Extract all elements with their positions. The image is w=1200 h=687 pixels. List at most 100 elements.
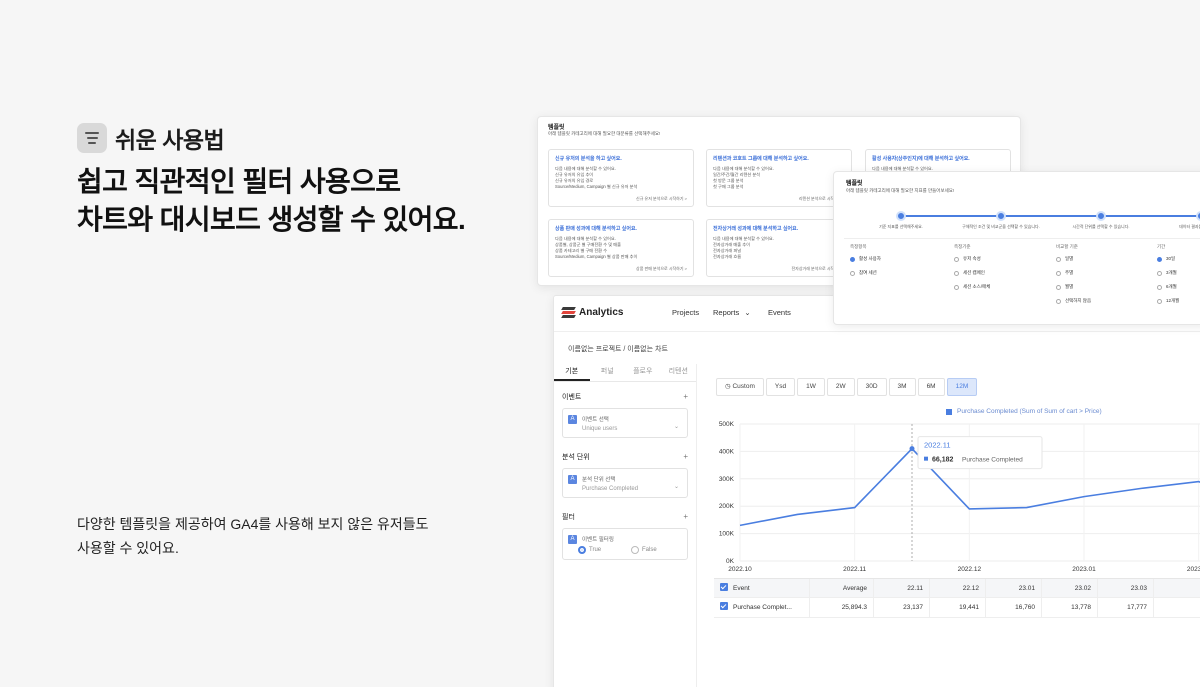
template-card-title: 활성 사용자(상주인지)에 대해 분석하고 싶어요. [872, 156, 970, 162]
radio-icon [1157, 298, 1162, 304]
add-filter-icon[interactable]: + [683, 512, 688, 521]
divider [844, 238, 1200, 239]
x-tick-label: 2022.10 [728, 566, 752, 573]
nav-events[interactable]: Events [768, 308, 791, 317]
radio-icon [1056, 298, 1061, 304]
wizard-step-text: 구체적인 조건 및 비교군을 선택할 수 있습니다. [962, 224, 1040, 229]
header-label: Event [733, 585, 750, 592]
unit-select-value: Purchase Completed [582, 486, 639, 492]
range-button-30d[interactable]: 30D [856, 378, 887, 396]
date-range-buttons: ◷ Custom Ysd 1W 2W 30D 3M 6M 12M [716, 378, 978, 396]
radio-icon [954, 284, 959, 290]
wizard-option-label: 선택하지 않음 [1065, 298, 1092, 303]
analytics-window: Analytics Projects Reports ⌄ Events 이름없는… [553, 295, 1200, 687]
table-row: Purchase Complet... 25,894.3 23,137 19,441 1… [714, 598, 1200, 618]
wizard-option-label: 참여 세션 [859, 270, 877, 275]
template-card-line: Source/Medium, Campaign 별 신규 유저 분석 [555, 184, 638, 189]
radio-icon [850, 270, 855, 276]
add-event-icon[interactable]: + [683, 392, 688, 401]
chart-legend[interactable]: Purchase Completed (Sum of Sum of cart >… [946, 408, 1102, 415]
template-card[interactable]: 리텐션과 코호트 그룹에 대해 분석하고 싶어요. 다음 내용에 대해 분석할 수… [706, 149, 852, 207]
tooltip-label: Purchase Completed [962, 457, 1023, 464]
wizard-column: 측정항목 활성 사용자 참여 세션 [850, 244, 881, 284]
table-header-cell: 22.12 [930, 579, 986, 597]
range-button-1w[interactable]: 1W [797, 378, 825, 396]
chart-area: ◷ Custom Ysd 1W 2W 30D 3M 6M 12M Purchase Compl… [698, 364, 1200, 687]
data-table: Event Average 22.11 22.12 23.01 23.02 23.03 Pu… [714, 578, 1200, 618]
wizard-option[interactable]: 월별 [1056, 284, 1091, 290]
template-card-title: 전자상거래 성과에 대해 분석하고 싶어요. [713, 226, 799, 232]
wizard-progress-line [901, 215, 1200, 217]
wizard-option[interactable]: 30일 [1157, 256, 1179, 262]
wizard-step-text: 데이터 결과를 확인하세요. [1179, 224, 1200, 229]
unit-section: 분석 단위 + [562, 452, 688, 462]
query-sidebar: 기본 퍼널 플로우 리텐션 이벤트 + A 이벤트 선택 Unique user… [554, 364, 697, 687]
range-button-12m[interactable]: 12M [946, 378, 978, 396]
tab-funnel[interactable]: 퍼널 [590, 364, 626, 381]
unit-select-label: 분석 단위 선택 [582, 477, 616, 483]
event-section: 이벤트 + [562, 392, 688, 402]
template-wizard: 템플릿 아래 템플릿 카테고리에 대해 필요한 지표를 만들어보세요! 기준 지… [833, 171, 1200, 325]
template-card[interactable]: 신규 유저의 분석을 하고 싶어요. 다음 내용에 대해 분석할 수 있어요. 신규… [548, 149, 694, 207]
wizard-option[interactable]: 세션 소스/매체 [954, 284, 990, 290]
wizard-option-label: 3개월 [1166, 270, 1177, 275]
range-button-ysd[interactable]: Ysd [765, 378, 796, 396]
wizard-option-label: 일별 [1065, 256, 1074, 261]
wizard-option[interactable]: 선택하지 않음 [1056, 298, 1091, 304]
unit-select[interactable]: A 분석 단위 선택 Purchase Completed ⌄ [562, 468, 688, 498]
wizard-option[interactable]: 3개월 [1157, 270, 1179, 276]
range-button-6m[interactable]: 6M [917, 378, 945, 396]
wizard-option-label: 주별 [1065, 270, 1074, 275]
nav-projects[interactable]: Projects [672, 308, 699, 317]
range-button-custom[interactable]: ◷ Custom [716, 378, 764, 396]
table-cell: 13,778 [1042, 598, 1098, 617]
wizard-column-header: 비교할 기준 [1056, 244, 1078, 249]
tab-flow[interactable]: 플로우 [625, 364, 661, 381]
wizard-option[interactable]: 세션 캠페인 [954, 270, 990, 276]
checkbox-checked-icon[interactable] [720, 583, 728, 592]
event-select-label: 이벤트 선택 [582, 417, 609, 423]
template-card[interactable]: 상품 판매 성과에 대해 분석하고 싶어요. 다음 내용에 대해 분석할 수 있어… [548, 219, 694, 277]
wizard-option[interactable]: 주별 [1056, 270, 1091, 276]
checkbox-checked-icon[interactable] [720, 602, 728, 611]
table-header-cell: Average [810, 579, 874, 597]
wizard-step-text: 시간적 단위를 선택할 수 있습니다. [1072, 224, 1130, 229]
filter-type-icon: A [568, 535, 577, 544]
data-point [909, 446, 915, 452]
radio-selected-icon [578, 546, 586, 554]
tooltip-title: 2022.11 [924, 441, 951, 450]
x-tick-label: 2022.11 [843, 566, 866, 573]
add-unit-icon[interactable]: + [683, 452, 688, 461]
event-select[interactable]: A 이벤트 선택 Unique users ⌄ [562, 408, 688, 438]
wizard-column: 측정기준 유저 속성 세션 캠페인 세션 소스/매체 [954, 244, 990, 298]
filter-true-radio[interactable]: True [578, 546, 601, 554]
table-header-cell: Event [714, 579, 810, 597]
wizard-option[interactable]: 유저 속성 [954, 256, 990, 262]
nav-reports[interactable]: Reports ⌄ [713, 308, 751, 317]
tab-basic[interactable]: 기본 [554, 364, 590, 381]
logo-mark-icon [561, 306, 576, 319]
wizard-option-label: 월별 [1065, 284, 1074, 289]
wizard-option[interactable]: 일별 [1056, 256, 1091, 262]
wizard-option[interactable]: 6개월 [1157, 284, 1179, 290]
radio-icon [1056, 270, 1061, 276]
template-card-link[interactable]: 상품 판매 분석으로 시작하기 > [636, 266, 687, 272]
template-card-link[interactable]: 신규 유저 분석으로 시작하기 > [636, 196, 687, 202]
wizard-option[interactable]: 12개월 [1157, 298, 1179, 304]
radio-icon [850, 256, 855, 262]
wizard-column: 비교할 기준일별주별월별선택하지 않음 [1056, 244, 1091, 312]
legend-label: Purchase Completed (Sum of Sum of cart >… [957, 408, 1102, 415]
wizard-option[interactable]: 활성 사용자 [850, 256, 881, 262]
filter-section: 필터 + [562, 512, 688, 522]
filter-false-radio[interactable]: False [631, 546, 657, 554]
tab-retention[interactable]: 리텐션 [661, 364, 697, 381]
y-tick-label: 0K [726, 558, 735, 565]
unit-type-icon: A [568, 475, 577, 484]
template-card[interactable]: 전자상거래 성과에 대해 분석하고 싶어요. 다음 내용에 대해 분석할 수 있어… [706, 219, 852, 277]
range-button-3m[interactable]: 3M [888, 378, 916, 396]
app-logo[interactable]: Analytics [561, 306, 623, 319]
wizard-option[interactable]: 참여 세션 [850, 270, 881, 276]
range-button-2w[interactable]: 2W [826, 378, 855, 396]
template-panel-title: 템플릿 [548, 125, 565, 131]
legend-swatch [946, 408, 952, 415]
